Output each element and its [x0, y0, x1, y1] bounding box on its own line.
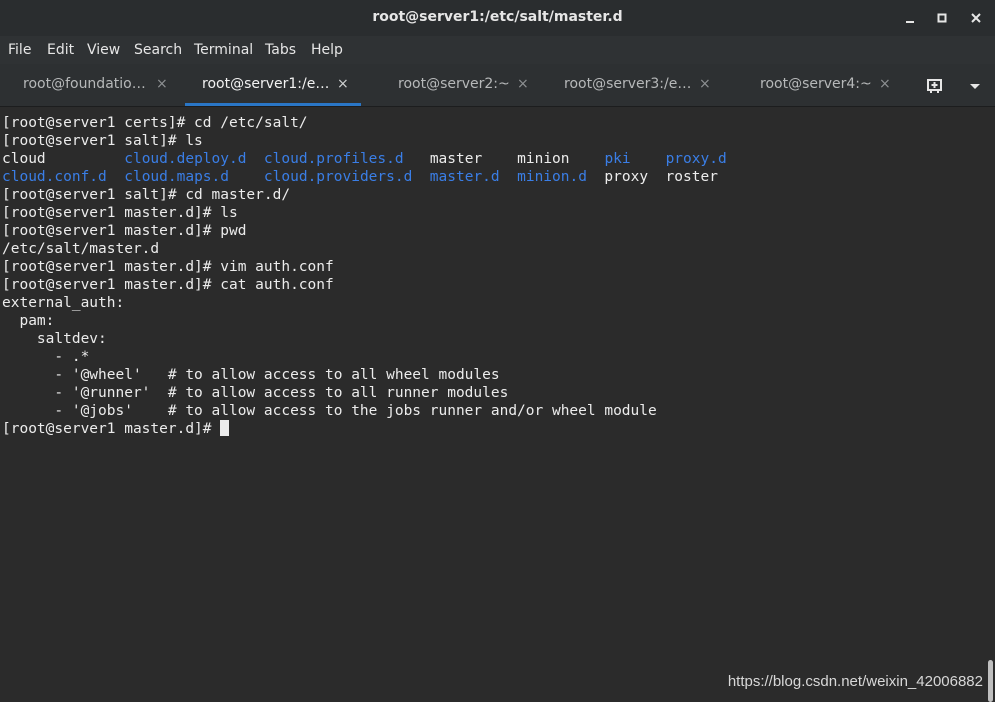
tab-bar: root@foundatio… × root@server1:/e… × roo… [0, 64, 995, 107]
maximize-button[interactable] [932, 8, 952, 28]
menu-file[interactable]: File [8, 42, 31, 58]
text-cursor [220, 420, 230, 436]
tab-close-icon[interactable]: × [517, 76, 529, 92]
terminal-prompt: [root@server1 master.d]# [2, 421, 221, 437]
tab-server2[interactable]: root@server2:~ × [361, 64, 541, 106]
terminal-line: [root@server1 master.d]# pwd [2, 223, 247, 239]
scrollbar[interactable] [986, 107, 995, 702]
terminal-line: [root@server1 certs]# cd /etc/salt/ [2, 115, 308, 131]
terminal-line: pam: [2, 313, 55, 329]
terminal-line: [root@server1 salt]# cd master.d/ [2, 187, 291, 203]
ls-entry-dir: cloud.maps.d [124, 169, 229, 185]
terminal-line: [root@server1 salt]# ls [2, 133, 203, 149]
title-bar: root@server1:/etc/salt/master.d [0, 0, 995, 36]
menu-edit[interactable]: Edit [47, 42, 74, 58]
tab-close-icon[interactable]: × [879, 76, 891, 92]
terminal-line: [root@server1 master.d]# cat auth.conf [2, 277, 334, 293]
active-tab-indicator [185, 103, 361, 106]
new-tab-icon [927, 79, 942, 93]
terminal-output: [root@server1 certs]# cd /etc/salt/ [roo… [2, 114, 727, 438]
close-icon [971, 13, 981, 23]
tab-foundation[interactable]: root@foundatio… × [0, 64, 185, 106]
terminal-view[interactable]: [root@server1 certs]# cd /etc/salt/ [roo… [0, 107, 986, 702]
menu-help[interactable]: Help [311, 42, 343, 58]
window-title: root@server1:/etc/salt/master.d [372, 9, 623, 25]
new-tab-button[interactable] [925, 76, 945, 96]
terminal-line: [root@server1 master.d]# vim auth.conf [2, 259, 334, 275]
tab-label: root@server1:/e… [202, 76, 330, 92]
tab-server3[interactable]: root@server3:/e… × [541, 64, 721, 106]
ls-entry: proxy [604, 169, 649, 185]
tab-label: root@server2:~ [398, 76, 510, 92]
minimize-button[interactable] [900, 8, 920, 28]
ls-entry-dir: cloud.deploy.d [124, 151, 247, 167]
terminal-line: [root@server1 master.d]# ls [2, 205, 238, 221]
ls-entry-dir: pki [604, 151, 631, 167]
chevron-down-icon [970, 84, 980, 89]
ls-entry: roster [665, 169, 718, 185]
terminal-line: saltdev: [2, 331, 107, 347]
tab-label: root@server4:~ [760, 76, 872, 92]
terminal-line: - '@runner' # to allow access to all run… [2, 385, 509, 401]
tabs-menu-button[interactable] [965, 76, 985, 96]
tab-close-icon[interactable]: × [156, 76, 168, 92]
terminal-line: - .* [2, 349, 90, 365]
minimize-icon [906, 21, 914, 23]
tab-close-icon[interactable]: × [699, 76, 711, 92]
ls-entry: cloud [2, 151, 46, 167]
menu-view[interactable]: View [87, 42, 120, 58]
menu-bar: File Edit View Search Terminal Tabs Help [0, 36, 995, 64]
tab-label: root@foundatio… [23, 76, 146, 92]
maximize-icon [937, 13, 947, 23]
terminal-line: /etc/salt/master.d [2, 241, 160, 257]
menu-terminal[interactable]: Terminal [194, 42, 253, 58]
ls-entry-dir: master.d [429, 169, 500, 185]
ls-entry-dir: minion.d [517, 169, 587, 185]
ls-entry-dir: cloud.conf.d [2, 169, 107, 185]
tab-server1[interactable]: root@server1:/e… × [185, 64, 361, 106]
scrollbar-thumb[interactable] [988, 660, 993, 702]
terminal-line: - '@wheel' # to allow access to all whee… [2, 367, 500, 383]
ls-entry-dir: proxy.d [665, 151, 727, 167]
close-button[interactable] [966, 8, 986, 28]
watermark: https://blog.csdn.net/weixin_42006882 [727, 673, 983, 690]
tab-server4[interactable]: root@server4:~ × [721, 64, 901, 106]
tab-label: root@server3:/e… [564, 76, 692, 92]
ls-entry-dir: cloud.providers.d [263, 169, 413, 185]
terminal-line: external_auth: [2, 295, 125, 311]
menu-tabs[interactable]: Tabs [265, 42, 296, 58]
terminal-line: - '@jobs' # to allow access to the jobs … [2, 403, 657, 419]
ls-entry: minion [517, 151, 570, 167]
ls-entry: master [429, 151, 483, 167]
ls-entry-dir: cloud.profiles.d [263, 151, 404, 167]
tab-close-icon[interactable]: × [337, 76, 349, 92]
menu-search[interactable]: Search [134, 42, 182, 58]
